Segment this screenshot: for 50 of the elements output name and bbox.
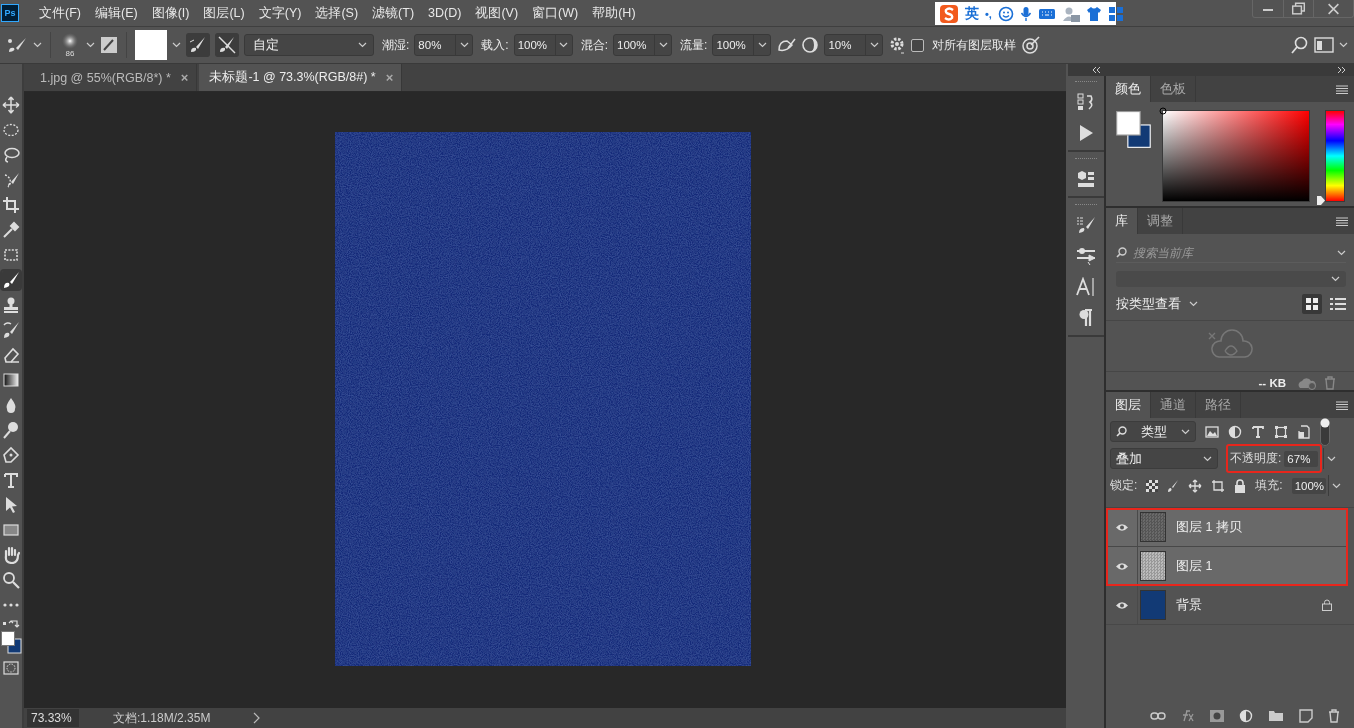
layer-filter-dropdown[interactable]: 类型	[1110, 421, 1196, 442]
panel-tab[interactable]: 库	[1106, 208, 1138, 234]
menu-item[interactable]: 3D(D)	[422, 6, 468, 20]
document-tab[interactable]: 未标题-1 @ 73.3%(RGB/8#) * ×	[199, 64, 403, 91]
layer-row[interactable]: 背景	[1106, 586, 1354, 625]
fill-label: 填充:	[1255, 477, 1283, 494]
close-tab-button[interactable]: ×	[180, 70, 189, 85]
view-by-dropdown[interactable]: 按类型查看	[1116, 294, 1198, 313]
checkbox-label: 对所有图层取样	[932, 36, 1017, 54]
document-info: 文档:1.18M/2.35M	[113, 709, 212, 727]
layer-row[interactable]: 图层 1 拷贝	[1106, 508, 1348, 547]
menu-item[interactable]: 视图(V)	[469, 4, 525, 22]
layer-row[interactable]: 图层 1	[1106, 547, 1348, 586]
field-label: 潮湿:	[382, 36, 410, 54]
brush-preset-picker[interactable]: 86	[59, 32, 81, 58]
lock-label: 锁定:	[1110, 477, 1138, 494]
layer-name: 图层 1 拷贝	[1176, 518, 1242, 536]
storage-size: -- KB	[1258, 377, 1286, 389]
opacity-label: 不透明度:	[1230, 450, 1282, 467]
app-logo: Ps	[1, 4, 19, 22]
menu-item[interactable]: 图层(L)	[197, 4, 251, 22]
smoothing-combo[interactable]: 10%	[824, 34, 884, 56]
preset-dropdown[interactable]: 自定	[244, 34, 374, 56]
brush-size-label: 86	[65, 48, 75, 58]
opacity-field[interactable]: 67%	[1284, 450, 1319, 467]
menu-item[interactable]: 窗口(W)	[526, 4, 585, 22]
panel-tab[interactable]: 颜色	[1106, 76, 1151, 102]
punctuation-toggle[interactable]: •,	[985, 7, 992, 20]
menu-item[interactable]: 编辑(E)	[88, 4, 144, 22]
menu-item[interactable]: 滤镜(T)	[366, 4, 421, 22]
menu-item[interactable]: 图像(I)	[145, 4, 196, 22]
menu-item[interactable]: 选择(S)	[309, 4, 365, 22]
panel-tab[interactable]: 图层	[1106, 392, 1151, 418]
fill-field[interactable]: 100%	[1291, 477, 1326, 494]
value-combo[interactable]: 100%	[613, 34, 673, 56]
menu-item[interactable]: 文件(F)	[33, 4, 87, 22]
input-mode-toggle[interactable]: 英	[965, 4, 979, 23]
value-combo[interactable]: 100%	[513, 34, 573, 56]
field-label: 流量:	[680, 36, 708, 54]
blend-mode-dropdown[interactable]: 叠加	[1110, 448, 1218, 469]
menu-item[interactable]: 帮助(H)	[586, 4, 642, 22]
layer-name: 背景	[1176, 596, 1202, 614]
value-combo[interactable]: 80%	[414, 34, 474, 56]
field-label: 混合:	[580, 36, 609, 54]
layer-name: 图层 1	[1176, 557, 1213, 575]
field-label: 载入:	[481, 36, 509, 54]
library-search-field[interactable]: 搜索当前库	[1133, 245, 1331, 260]
menu-item[interactable]: 文字(Y)	[252, 4, 308, 22]
value-combo[interactable]: 100%	[712, 34, 772, 56]
zoom-field[interactable]: 73.33%	[27, 709, 79, 727]
